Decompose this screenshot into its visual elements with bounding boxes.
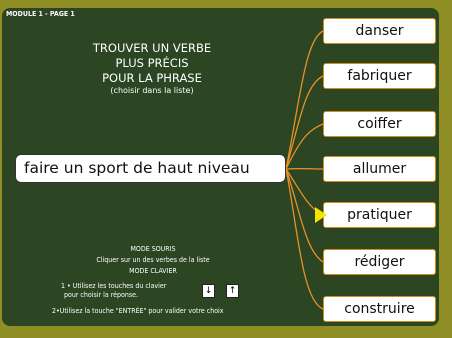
choice-fabriquer[interactable]: fabriquer <box>323 63 436 89</box>
keyboard-step-1-line-2: pour choisir la réponse. <box>64 291 139 299</box>
target-phrase: faire un sport de haut niveau <box>15 154 286 183</box>
mode-souris-label: MODE SOURIS <box>130 245 176 253</box>
mode-souris-text: Cliquer sur un des verbes de la liste <box>96 256 210 264</box>
selection-pointer-icon <box>315 207 327 223</box>
choice-pratiquer[interactable]: pratiquer <box>323 202 436 228</box>
keyboard-step-2: 2•Utilisez la touche "ENTRÉE" pour valid… <box>52 307 224 315</box>
mode-clavier-label: MODE CLAVIER <box>129 267 177 275</box>
arrow-up-key-icon: ↑ <box>226 284 239 298</box>
choice-rediger[interactable]: rédiger <box>323 249 436 275</box>
choice-construire[interactable]: construire <box>323 296 436 322</box>
choice-allumer[interactable]: allumer <box>323 156 436 182</box>
keyboard-step-1-line-1: 1 • Utilisez les touches du clavier <box>61 282 167 290</box>
connector-line-2 <box>285 75 324 170</box>
choice-coiffer[interactable]: coiffer <box>323 111 436 137</box>
arrow-down-key-icon: ↓ <box>202 284 215 298</box>
connector-line-7 <box>285 168 324 310</box>
choice-danser[interactable]: danser <box>323 18 436 44</box>
